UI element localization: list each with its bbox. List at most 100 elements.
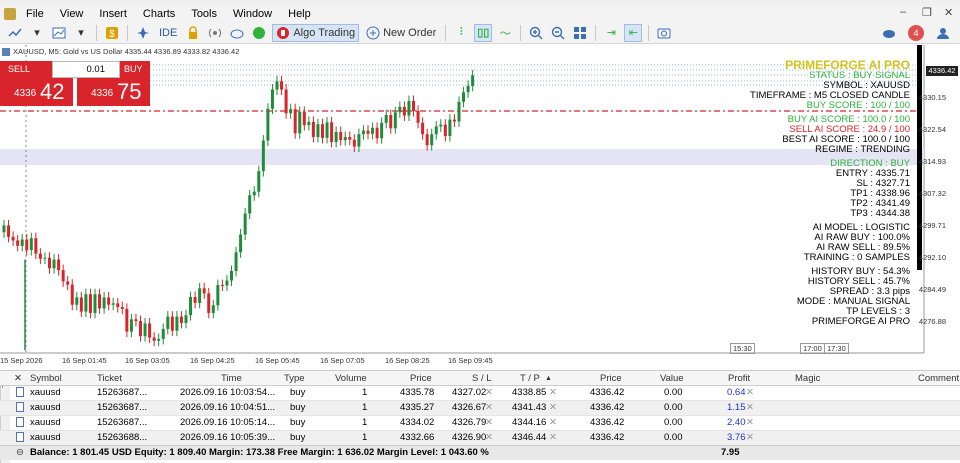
cell-profit: 2.40 [727,417,746,428]
clear-icon[interactable]: ✕ [746,416,754,431]
menu-window[interactable]: Window [225,8,280,20]
lock-icon[interactable] [184,24,202,42]
bar-chart-icon[interactable]: ⫶ [452,24,470,42]
profiles-icon[interactable] [50,24,68,42]
price-axis-label: 4276.88 [918,317,946,326]
tile-windows-icon[interactable] [571,24,589,42]
clear-icon[interactable]: ✕ [485,401,493,416]
clear-icon[interactable]: ✕ [746,401,754,416]
menu-file[interactable]: File [18,8,52,20]
cell-tp[interactable]: 4344.16 [512,416,546,431]
candle-body [248,195,252,214]
cell-sl[interactable]: 4326.79 [452,416,486,431]
col-price[interactable]: Price [410,371,432,387]
clear-icon[interactable]: ✕ [549,401,557,416]
price-chart[interactable]: XAUUSD, M5: Gold vs US Dollar 4335.44 43… [0,45,960,367]
cloud-icon[interactable] [228,24,246,42]
col-symbol[interactable]: Symbol [30,371,62,387]
cell-sl[interactable]: 4327.02 [452,386,486,401]
menu-tools[interactable]: Tools [183,8,225,20]
zoom-in-icon[interactable] [527,24,545,42]
signals-icon[interactable] [206,24,224,42]
col-sl[interactable]: S / L [472,371,492,387]
candle-body [416,110,420,123]
menu-insert[interactable]: Insert [91,8,135,20]
candle-body [225,280,229,286]
col-value[interactable]: Value [660,371,684,387]
buy-price-small: 4336 [91,88,114,99]
chart-shift-icon[interactable]: ⇤ [624,23,643,42]
new-chart-icon[interactable] [6,24,24,42]
col-type[interactable]: Type [284,371,305,387]
cell-sl[interactable]: 4326.90 [452,431,486,446]
col-time[interactable]: Time [221,371,242,387]
market-icon[interactable]: $ [103,24,121,42]
candle-body [307,121,311,126]
table-row[interactable]: xauusd 15263688... 2026.09.16 10:05:39... b… [0,431,960,446]
clear-icon[interactable]: ✕ [746,431,754,446]
navigator-icon[interactable] [134,24,152,42]
clear-icon[interactable]: ✕ [485,431,493,446]
clear-icon[interactable]: ✕ [549,416,557,431]
candle-body [389,115,393,129]
candle-body [143,323,147,337]
restore-icon[interactable]: ❐ [922,6,932,19]
ide-button[interactable]: IDE [156,24,180,42]
algo-trading-button[interactable]: Algo Trading [272,23,360,42]
cloud-icon[interactable] [880,24,898,42]
table-row[interactable]: xauusd 15263687... 2026.09.16 10:04:51... b… [0,401,960,416]
lot-size-input[interactable]: 0.01 [52,61,120,78]
line-chart-icon[interactable]: 〜 [496,24,514,42]
cell-tp[interactable]: 4346.44 [512,431,546,446]
table-row[interactable]: xauusd 15263687... 2026.09.16 10:05:14... b… [0,416,960,431]
vps-icon[interactable] [250,24,268,42]
col-volume[interactable]: Volume [335,371,367,387]
clear-icon[interactable]: ✕ [549,431,557,446]
user-icon[interactable] [934,24,952,42]
cell-tp[interactable]: 4338.85 [512,386,546,401]
sell-button[interactable]: SELL [0,61,52,78]
clear-icon[interactable]: ✕ [485,386,493,401]
table-row[interactable]: xauusd 15263687... 2026.09.16 10:03:54... b… [0,386,960,401]
sort-asc-icon[interactable]: ▲ [545,371,552,387]
cell-tp[interactable]: 4341.43 [512,401,546,416]
candle-body [193,296,197,303]
candle-body [98,294,102,309]
menu-view[interactable]: View [52,8,92,20]
candlestick-icon[interactable]: ▯▯ [474,23,493,42]
clear-icon[interactable]: ✕ [549,386,557,401]
close-icon[interactable]: ✕ [14,371,22,387]
zoom-out-icon[interactable] [549,24,567,42]
notifications-badge[interactable]: 4 [908,25,924,41]
col-ticket[interactable]: Ticket [97,371,122,387]
col-tp[interactable]: T / P [520,371,540,387]
close-icon[interactable]: ✕ [944,6,953,19]
col-magic[interactable]: Magic [795,371,820,387]
col-comment[interactable]: Comment [918,371,959,387]
price-axis-label: 4284.49 [918,285,946,294]
candle-body [348,136,352,140]
minimize-icon[interactable]: – [900,6,906,18]
chevron-down-icon[interactable]: ▾ [28,24,46,42]
cell-ticket: 15263687... [97,402,148,413]
clear-icon[interactable]: ✕ [746,386,754,401]
clear-icon[interactable]: ✕ [485,416,493,431]
menu-help[interactable]: Help [280,8,319,20]
new-order-button[interactable]: New Order [363,24,439,42]
expand-icon[interactable]: ⊖ [16,446,24,460]
screenshot-icon[interactable] [655,24,673,42]
candle-body [425,134,429,146]
cell-profit: 1.15 [727,402,746,413]
autoscroll-icon[interactable]: ⇥ [602,24,620,42]
cell-cur: 4336.42 [590,387,625,398]
menu-charts[interactable]: Charts [135,8,183,20]
buy-button[interactable]: BUY [120,61,150,78]
cell-sl[interactable]: 4326.67 [452,401,486,416]
buy-price[interactable]: 4336 75 [77,78,150,106]
sell-price[interactable]: 4336 42 [0,78,73,106]
candle-body [216,285,220,306]
col-profit[interactable]: Profit [728,371,750,387]
separator [445,24,447,41]
col-current-price[interactable]: Price [600,371,622,387]
chevron-down-icon[interactable]: ▾ [72,24,90,42]
